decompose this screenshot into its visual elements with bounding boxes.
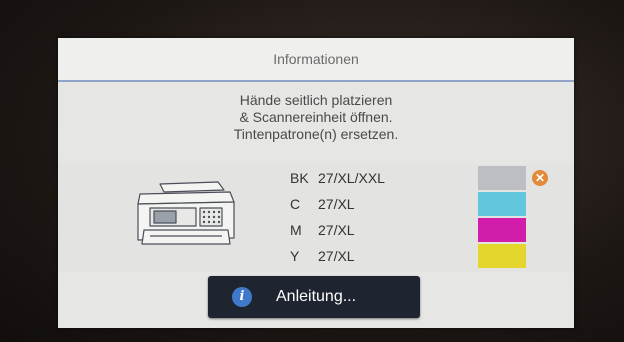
cartridge-model: 27/XL bbox=[318, 196, 355, 212]
cartridge-row-m: M 27/XL bbox=[290, 218, 355, 242]
dialog-title: Informationen bbox=[273, 51, 359, 67]
ink-swatch-yellow bbox=[478, 244, 526, 268]
ink-swatch-black bbox=[478, 166, 526, 190]
message-line: Hände seitlich platzieren bbox=[239, 92, 393, 108]
message-line: & Scannereinheit öffnen. bbox=[239, 109, 393, 125]
cartridge-code: BK bbox=[290, 170, 309, 186]
lcd-screen: Informationen Hände seitlich platzieren … bbox=[58, 38, 574, 328]
cartridge-model: 27/XL bbox=[318, 248, 355, 264]
ink-swatch-magenta bbox=[478, 218, 526, 242]
cartridge-row-bk: BK 27/XL/XXL bbox=[290, 166, 385, 190]
cartridge-code: M bbox=[290, 222, 302, 238]
instruction-message: Hände seitlich platzieren & Scannereinhe… bbox=[58, 92, 574, 143]
title-bar: Informationen bbox=[58, 38, 574, 82]
cartridge-model: 27/XL/XXL bbox=[318, 170, 385, 186]
printer-illustration bbox=[137, 181, 235, 245]
guide-button-label: Anleitung... bbox=[276, 288, 357, 305]
cartridge-code: C bbox=[290, 196, 301, 212]
message-line: Tintenpatrone(n) ersetzen. bbox=[233, 126, 399, 142]
cartridge-row-y: Y 27/XL bbox=[290, 244, 355, 268]
guide-button[interactable]: i Anleitung... bbox=[208, 276, 420, 318]
ink-swatch-cyan bbox=[478, 192, 526, 216]
cartridge-row-c: C 27/XL bbox=[290, 192, 355, 216]
error-x-icon: ✕ bbox=[532, 170, 548, 186]
cartridge-code: Y bbox=[290, 248, 300, 264]
info-icon: i bbox=[232, 287, 252, 307]
cartridge-model: 27/XL bbox=[318, 222, 355, 238]
